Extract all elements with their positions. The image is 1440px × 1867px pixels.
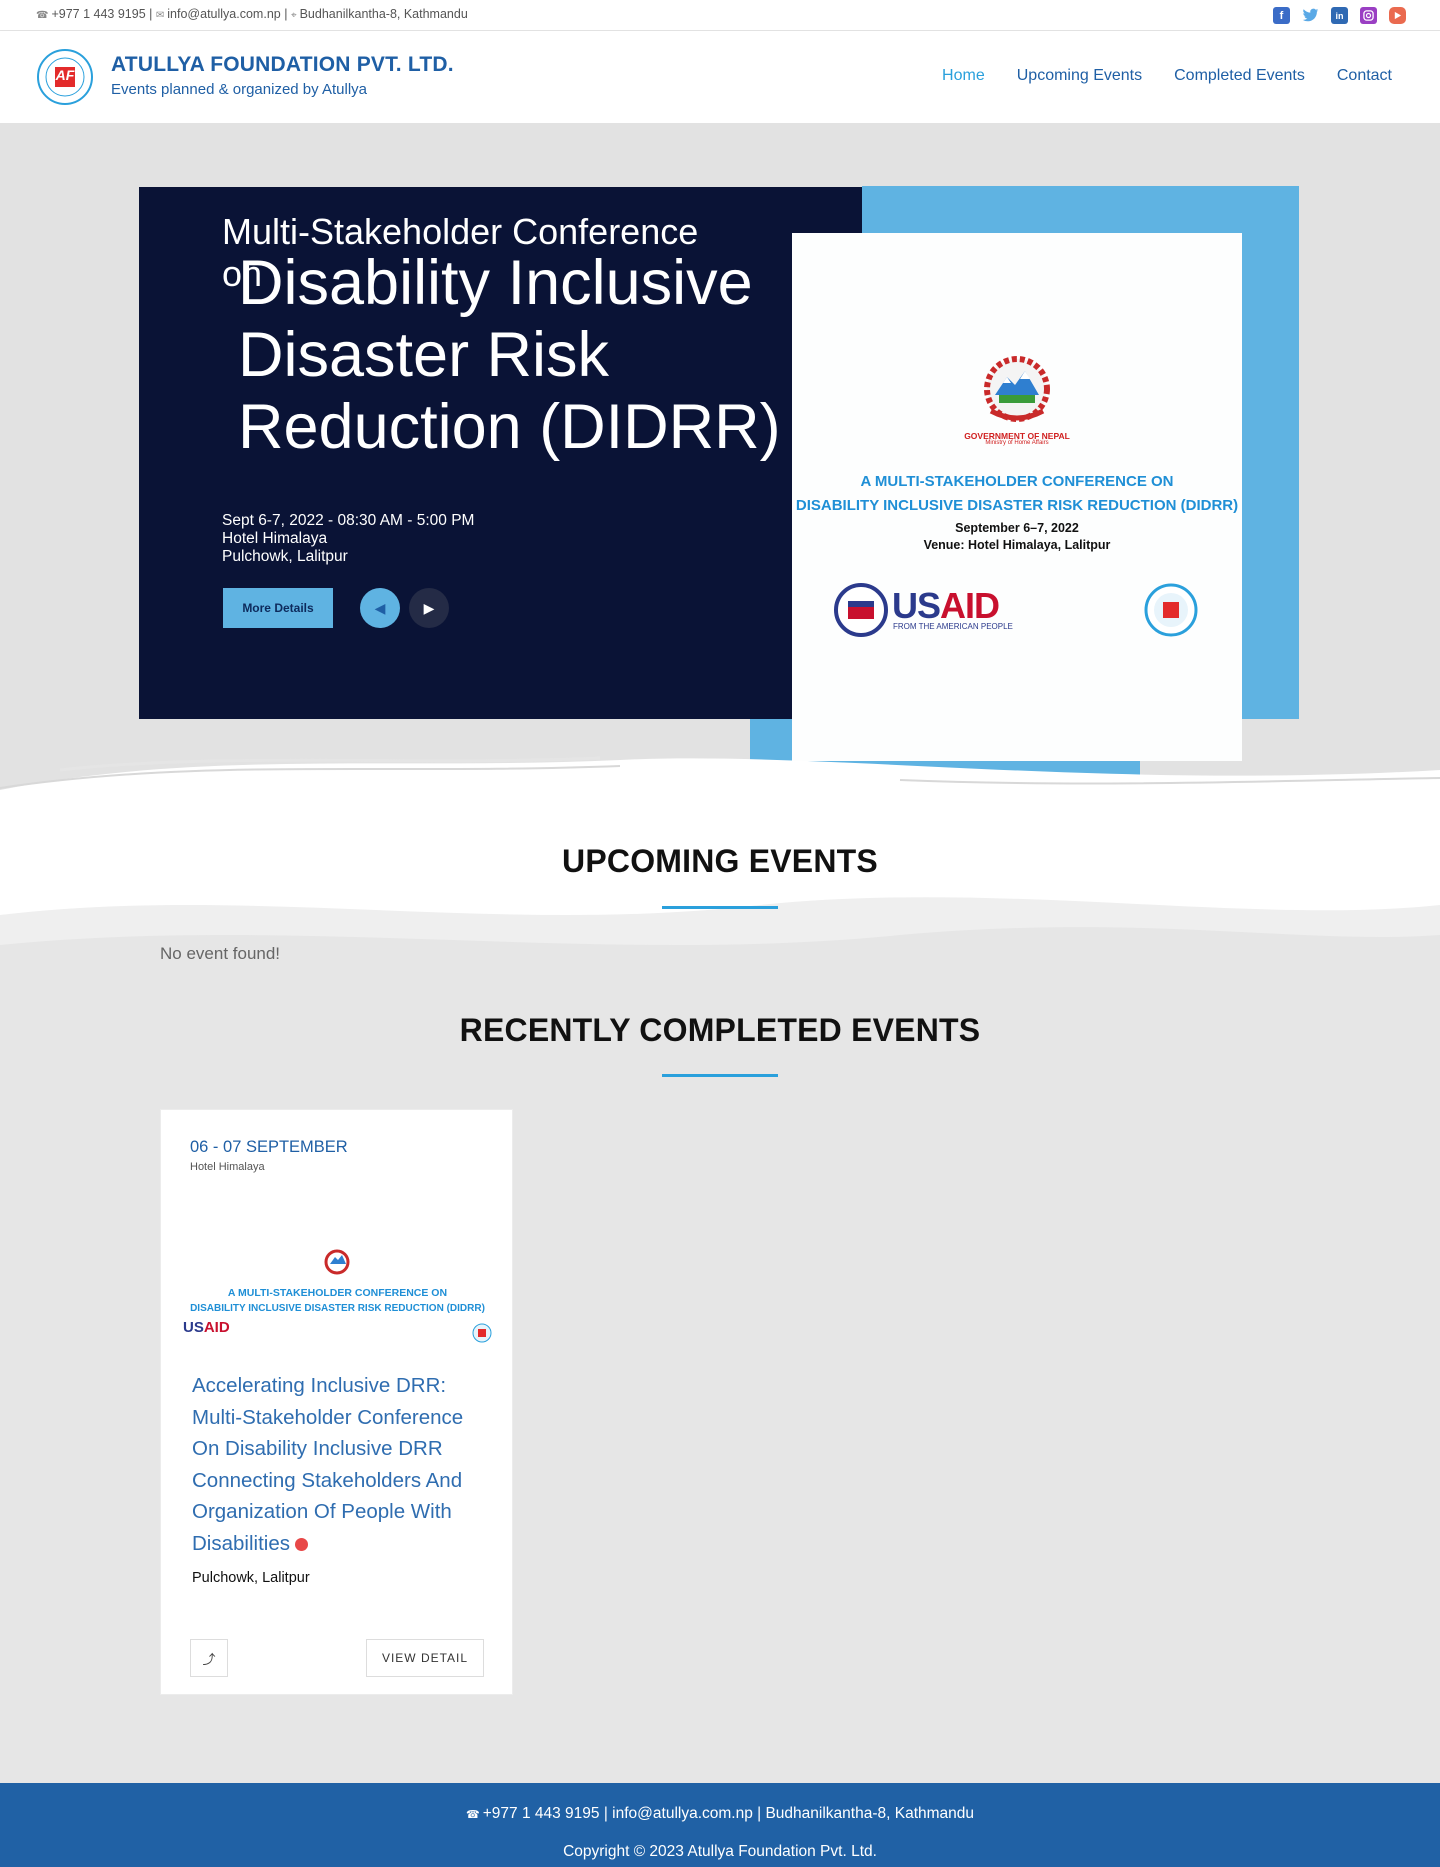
poster-venue: Venue: Hotel Himalaya, Lalitpur [923, 538, 1111, 552]
separator: | [284, 7, 288, 21]
poster-details: September 6–7, 2022 Venue: Hotel Himalay… [792, 520, 1242, 554]
atullya-logo[interactable]: AF [36, 48, 94, 106]
card-date: 06 - 07 SEPTEMBER [190, 1138, 348, 1156]
poster-line-2: DISABILITY INCLUSIVE DISASTER RISK REDUC… [795, 497, 1239, 514]
facebook-icon[interactable]: f [1273, 7, 1290, 24]
twitter-icon[interactable] [1302, 7, 1319, 24]
logo-mark: AF [55, 67, 75, 83]
card-venue: Hotel Himalaya [190, 1161, 265, 1173]
youtube-icon[interactable] [1389, 7, 1406, 24]
poster-line-1: A MULTI-STAKEHOLDER CONFERENCE ON [860, 473, 1174, 490]
top-contact-bar: ☎ +977 1 443 9195 | ✉ info@atullya.com.np … [0, 0, 1440, 31]
nav-completed-events[interactable]: Completed Events [1174, 67, 1305, 85]
top-phone: +977 1 443 9195 [51, 7, 146, 21]
card-image[interactable]: A MULTI-STAKEHOLDER CONFERENCE ON DISABI… [181, 1247, 494, 1343]
site-header: AF ATULLYA FOUNDATION PVT. LTD. Events p… [0, 31, 1440, 123]
status-dot-icon [294, 1537, 308, 1551]
phone-icon: ☎ [465, 1809, 483, 1821]
nav-upcoming-events[interactable]: Upcoming Events [1017, 67, 1142, 85]
hero-meta: Sept 6-7, 2022 - 08:30 AM - 5:00 PM Hote… [222, 512, 474, 566]
heading-underline [662, 906, 778, 909]
card-image-line-2: DISABILITY INCLUSIVE DISASTER RISK REDUC… [190, 1303, 485, 1314]
event-card[interactable]: 06 - 07 SEPTEMBER Hotel Himalaya A MULTI… [160, 1109, 513, 1695]
view-detail-button[interactable]: VIEW DETAIL [366, 1639, 484, 1677]
footer-contact: ☎ +977 1 443 9195 | info@atullya.com.np … [0, 1805, 1440, 1823]
card-title[interactable]: Accelerating Inclusive DRR: Multi-Stakeh… [192, 1370, 488, 1559]
location-icon: ⌖ [290, 10, 297, 21]
share-icon: ⤴ [202, 1651, 216, 1667]
nav-home[interactable]: Home [942, 67, 985, 85]
top-contact-info: ☎ +977 1 443 9195 | ✉ info@atullya.com.np … [36, 7, 468, 21]
phone-icon: ☎ [36, 10, 49, 21]
footer-contact-text: +977 1 443 9195 | info@atullya.com.np | … [482, 1805, 975, 1822]
card-title-text[interactable]: Accelerating Inclusive DRR: Multi-Stakeh… [192, 1374, 463, 1555]
slider-next-button[interactable]: ▶ [409, 588, 449, 628]
card-location: Pulchowk, Lalitpur [192, 1570, 310, 1586]
main-nav: Home Upcoming Events Completed Events Co… [942, 67, 1392, 85]
poster-date: September 6–7, 2022 [955, 521, 1079, 535]
top-email[interactable]: info@atullya.com.np [167, 7, 280, 21]
heading-underline [662, 1074, 778, 1077]
hero-title: Disability Inclusive Disaster Risk Reduc… [238, 248, 781, 462]
atullya-seal-icon [472, 1323, 492, 1343]
usaid-tagline: FROM THE AMERICAN PEOPLE [893, 622, 1013, 631]
separator: | [149, 7, 153, 21]
no-event-message: No event found! [160, 944, 281, 963]
upcoming-heading: UPCOMING EVENTS [562, 843, 878, 879]
site-footer: ☎ +977 1 443 9195 | info@atullya.com.np … [0, 1783, 1440, 1867]
usaid-logo: USAID [183, 1319, 230, 1336]
usaid-us: US [183, 1319, 204, 1336]
top-address: Budhanilkantha-8, Kathmandu [299, 7, 468, 21]
poster-heading: A MULTI-STAKEHOLDER CONFERENCE ON DISABI… [792, 470, 1242, 518]
site-title[interactable]: ATULLYA FOUNDATION PVT. LTD. [111, 53, 454, 77]
chevron-right-icon: ▶ [423, 599, 435, 616]
share-button[interactable]: ⤴ [190, 1639, 228, 1677]
instagram-icon[interactable] [1360, 7, 1377, 24]
usaid-logo: USAID [892, 585, 1000, 627]
card-image-line-1: A MULTI-STAKEHOLDER CONFERENCE ON [227, 1287, 448, 1299]
email-icon: ✉ [155, 10, 165, 21]
wave-divider [0, 897, 1440, 995]
hero-venue: Hotel Himalaya [222, 530, 328, 547]
linkedin-icon[interactable]: in [1331, 7, 1348, 24]
hero-location: Pulchowk, Lalitpur [222, 548, 348, 565]
completed-heading: RECENTLY COMPLETED EVENTS [459, 1012, 981, 1048]
nepal-emblem-icon [324, 1249, 350, 1275]
social-links: f in [1273, 7, 1406, 24]
poster-ministry: Ministry of Home Affairs [985, 440, 1049, 446]
site-tagline: Events planned & organized by Atullya [111, 81, 368, 98]
usaid-seal-icon [834, 583, 888, 637]
atullya-seal-icon [1144, 583, 1198, 637]
slider-prev-button[interactable]: ◀ [360, 588, 400, 628]
more-details-button[interactable]: More Details [223, 588, 333, 628]
card-image-heading: A MULTI-STAKEHOLDER CONFERENCE ON DISABI… [181, 1286, 494, 1316]
usaid-aid: AID [203, 1319, 230, 1336]
usaid-us: US [892, 585, 941, 626]
nav-contact[interactable]: Contact [1337, 67, 1392, 85]
nepal-emblem-icon [984, 356, 1050, 422]
event-poster: GOVERNMENT OF NEPAL Ministry of Home Aff… [792, 233, 1242, 761]
chevron-left-icon: ◀ [374, 599, 386, 616]
footer-copyright: Copyright © 2023 Atullya Foundation Pvt.… [563, 1843, 877, 1860]
usaid-aid: AID [940, 585, 1000, 626]
hero-date: Sept 6-7, 2022 - 08:30 AM - 5:00 PM [222, 512, 475, 529]
